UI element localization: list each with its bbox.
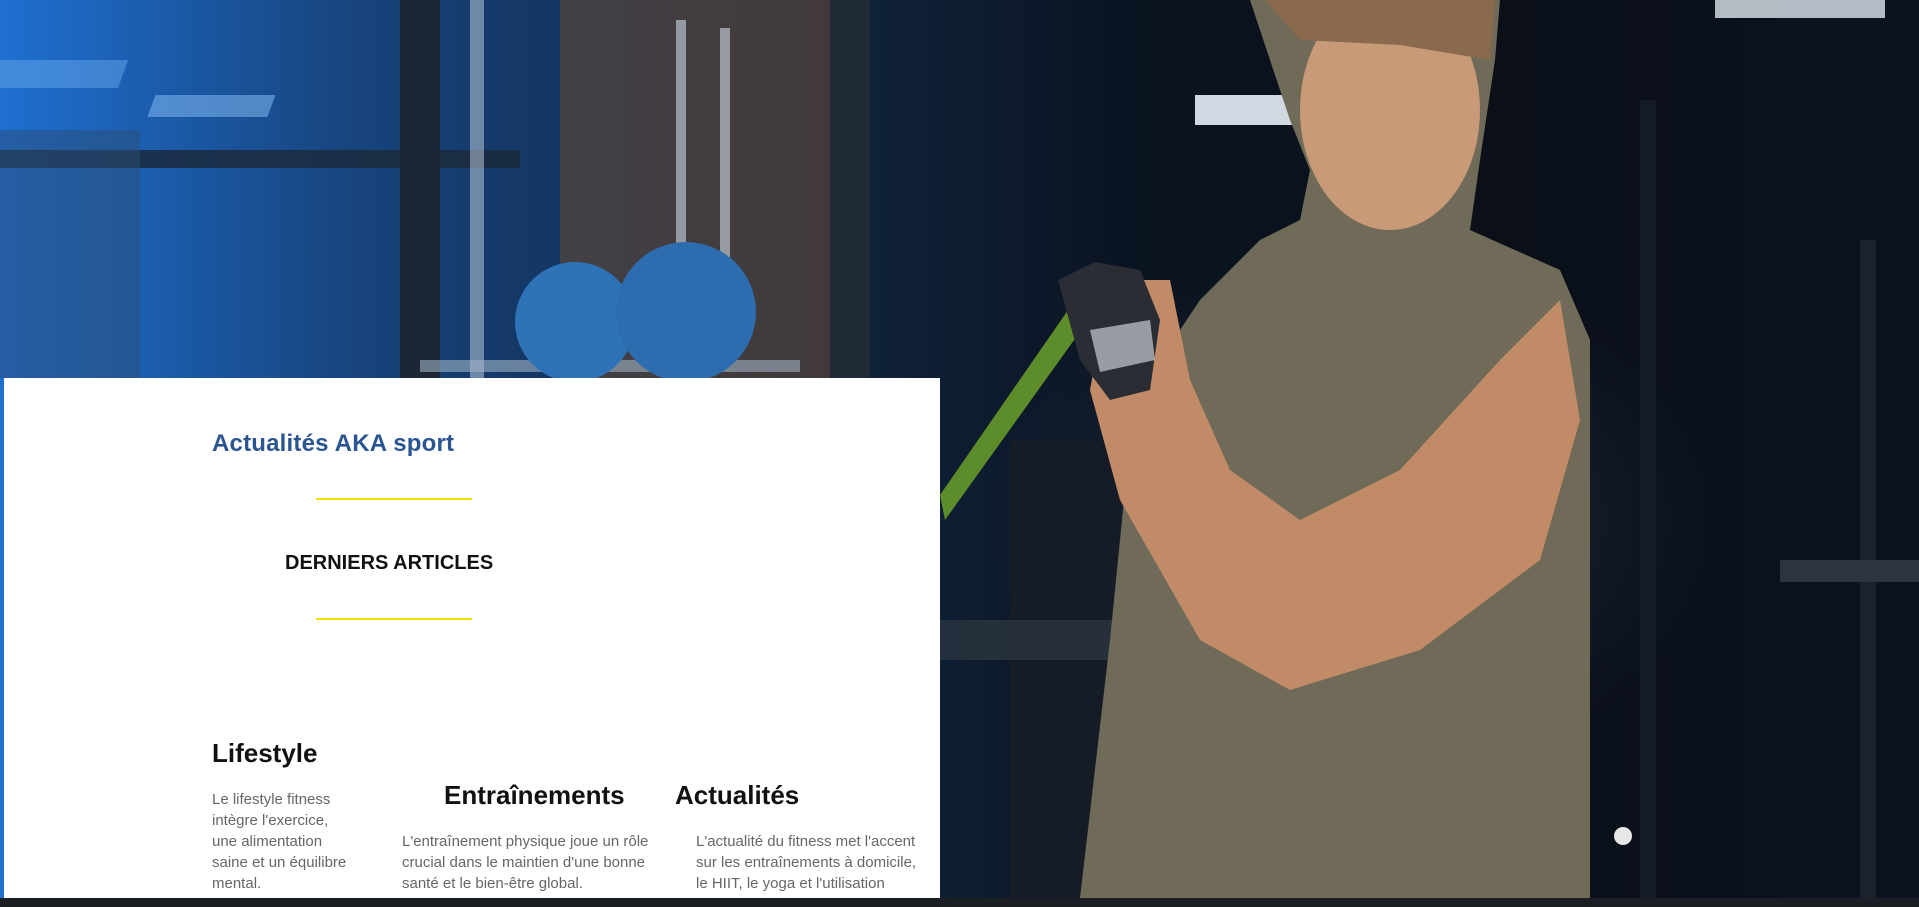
article-title[interactable]: Actualités	[675, 780, 937, 811]
article-excerpt: L'entraînement physique joue un rôle cru…	[402, 833, 649, 892]
page: Actualités AKA sport DERNIERS ARTICLES L…	[0, 0, 1919, 907]
news-panel: Actualités AKA sport DERNIERS ARTICLES L…	[4, 378, 940, 898]
article-excerpt: Le lifestyle fitness intègre l'exercice,…	[212, 791, 347, 892]
accent-divider-top	[316, 498, 472, 500]
bottom-edge-bar	[0, 898, 1919, 907]
article-card-actualites[interactable]: Actualités L'actualité du fitness met l'…	[675, 780, 937, 898]
news-title: Actualités AKA sport	[212, 430, 455, 457]
article-card-lifestyle[interactable]: Lifestyle Le lifestyle fitness intègre l…	[212, 738, 352, 894]
article-card-entrainements[interactable]: Entraînements L'entraînement physique jo…	[402, 780, 654, 894]
article-title[interactable]: Entraînements	[402, 780, 654, 811]
article-excerpt: L'actualité du fitness met l'accent sur …	[696, 833, 917, 898]
accent-divider-bottom	[316, 618, 472, 620]
latest-articles-heading: DERNIERS ARTICLES	[285, 552, 494, 574]
article-title[interactable]: Lifestyle	[212, 738, 352, 769]
